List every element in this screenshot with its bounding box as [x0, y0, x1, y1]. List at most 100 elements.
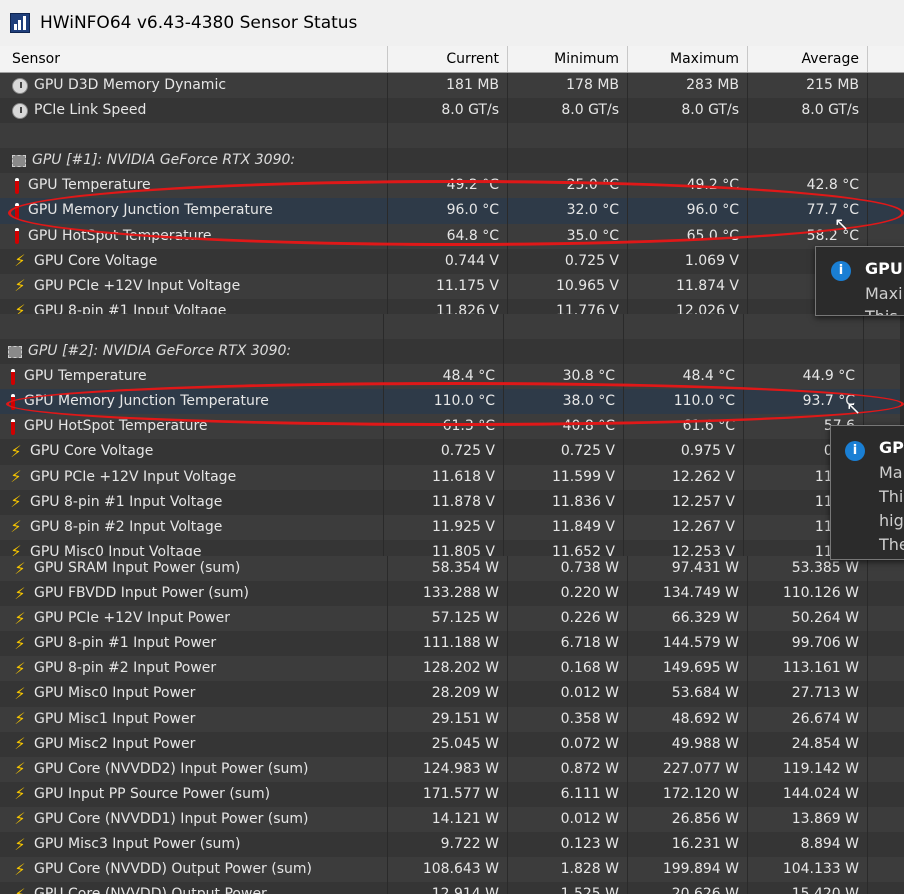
row-filler — [868, 707, 904, 732]
sensor-row[interactable]: ⚡ GPU FBVDD Input Power (sum) 133.288 W 0.2… — [0, 581, 904, 607]
value-minimum: 1.525 W — [508, 882, 628, 894]
sensor-name-cell: ⚡ GPU 8-pin #1 Input Power — [0, 631, 388, 657]
value-maximum: 48.692 W — [628, 706, 748, 732]
sensor-row[interactable] — [0, 314, 900, 340]
sensor-name: GPU 8-pin #1 Input Voltage — [34, 302, 227, 314]
sensor-name: GPU HotSpot Temperature — [28, 227, 212, 244]
lightning-icon: ⚡ — [14, 633, 26, 653]
value-current: 0.725 V — [384, 439, 504, 465]
sensor-row[interactable]: GPU Memory Junction Temperature 110.0 °C 3… — [0, 389, 900, 415]
value-maximum: 12.257 V — [624, 489, 744, 515]
value-minimum: 6.718 W — [508, 631, 628, 657]
lightning-icon: ⚡ — [14, 608, 26, 628]
row-filler — [868, 656, 904, 681]
sensor-name: GPU FBVDD Input Power (sum) — [34, 585, 250, 602]
sensor-row[interactable]: ⚡GPU Core Voltage0.744 V0.725 V1.069 V0.… — [0, 248, 904, 274]
sensor-row[interactable]: ⚡ GPU Core (NVVDD2) Input Power (sum) 124.… — [0, 756, 904, 782]
value-average: 119.142 W — [748, 756, 868, 782]
sensor-row[interactable]: ⚡ GPU 8-pin #1 Input Voltage 11.826 V 11.77… — [0, 298, 904, 314]
value-average — [748, 123, 868, 149]
sensor-row[interactable] — [0, 123, 904, 149]
lightning-icon: ⚡ — [14, 558, 26, 578]
sensor-name: GPU Input PP Source Power (sum) — [34, 785, 271, 802]
sensor-name-cell: GPU HotSpot Temperature — [0, 223, 388, 249]
row-filler — [864, 364, 900, 389]
value-minimum: 0.012 W — [508, 806, 628, 833]
sensor-row[interactable]: ⚡ GPU Misc1 Input Power 29.151 W 0.358 W 48.… — [0, 706, 904, 732]
row-filler — [868, 782, 904, 807]
value-current: 128.202 W — [388, 656, 508, 682]
lightning-icon: ⚡ — [14, 834, 26, 854]
sensor-name: GPU Core (NVVDD) Output Power — [34, 882, 267, 894]
column-sensor[interactable]: Sensor — [0, 46, 388, 72]
lightning-icon: ⚡ — [10, 442, 22, 462]
chip-icon — [12, 154, 26, 167]
sensor-name-cell: GPU Memory Junction Temperature — [0, 389, 384, 415]
tooltip-line: This — [865, 307, 898, 315]
sensor-panel-gpu2: GPU [#2]: NVIDIA GeForce RTX 3090: GPU Te… — [0, 314, 900, 558]
sensor-row[interactable]: GPU HotSpot Temperature 61.3 °C 40.8 °C 61.… — [0, 414, 900, 440]
sensor-row[interactable]: GPU Memory Junction Temperature 96.0 °C 32… — [0, 198, 904, 224]
value-average: 26.674 W — [748, 706, 868, 732]
clock-icon — [12, 77, 28, 94]
thermometer-icon — [12, 203, 22, 220]
sensor-row[interactable]: GPU Temperature 48.4 °C 30.8 °C 48.4 °C 44.9… — [0, 364, 900, 390]
value-minimum: 1.828 W — [508, 857, 628, 883]
column-minimum[interactable]: Minimum — [508, 46, 628, 72]
sensor-row[interactable]: ⚡ GPU 8-pin #2 Input Voltage 11.925 V 11.84… — [0, 514, 900, 540]
sensor-group-row[interactable]: GPU [#1]: NVIDIA GeForce RTX 3090: — [0, 148, 904, 174]
value-maximum — [628, 123, 748, 149]
column-header: Sensor Current Minimum Maximum Average — [0, 46, 904, 73]
sensor-row[interactable]: ⚡ GPU 8-pin #2 Input Power 128.202 W 0.168 … — [0, 656, 904, 682]
row-filler — [868, 807, 904, 832]
value-average: 50.264 W — [748, 606, 868, 632]
sensor-row[interactable]: ⚡ GPU Core (NVVDD) Output Power (sum) 108.… — [0, 857, 904, 883]
value-minimum: 25.0 °C — [508, 173, 628, 199]
sensor-row[interactable]: ⚡ GPU Input PP Source Power (sum) 171.577 … — [0, 781, 904, 807]
sensor-row[interactable]: ⚡ GPU 8-pin #1 Input Voltage 11.878 V 11.83… — [0, 489, 900, 515]
lightning-icon: ⚡ — [14, 301, 26, 314]
tooltip-line: The — [879, 535, 904, 554]
sensor-group-row[interactable]: GPU [#2]: NVIDIA GeForce RTX 3090: — [0, 339, 900, 365]
sensor-row[interactable]: ⚡ GPU 8-pin #1 Input Power 111.188 W 6.718 … — [0, 631, 904, 657]
tooltip-gpu2: i GPU Ma Thi hig The — [830, 425, 904, 560]
sensor-row[interactable]: ⚡ GPU PCIe +12V Input Voltage 11.618 V 11.5… — [0, 464, 900, 490]
value-maximum: 48.4 °C — [624, 364, 744, 390]
sensor-row[interactable]: ⚡ GPU SRAM Input Power (sum) 58.354 W 0.738… — [0, 556, 904, 582]
column-average[interactable]: Average — [748, 46, 868, 72]
title-bar: HWiNFO64 v6.43-4380 Sensor Status — [0, 0, 904, 46]
row-filler — [868, 882, 904, 894]
sensor-row[interactable]: GPU HotSpot Temperature 64.8 °C 35.0 °C 65.… — [0, 223, 904, 249]
sensor-name: PCIe Link Speed — [34, 102, 147, 119]
value-maximum: 227.077 W — [628, 756, 748, 782]
sensor-row[interactable]: ⚡GPU Core Voltage0.725 V0.725 V0.975 V0.… — [0, 439, 900, 465]
sensor-name: GPU 8-pin #1 Input Power — [34, 635, 217, 652]
value-current: 29.151 W — [388, 706, 508, 732]
sensor-row[interactable]: ⚡ GPU Misc0 Input Power 28.209 W 0.012 W 53.… — [0, 681, 904, 707]
sensor-row[interactable]: ⚡ GPU Core (NVVDD) Output Power 12.914 W1.… — [0, 882, 904, 894]
sensor-row[interactable]: ⚡ GPU PCIe +12V Input Power 57.125 W 0.226 … — [0, 606, 904, 632]
sensor-name: GPU Misc2 Input Power — [34, 735, 196, 752]
sensor-name-cell: ⚡ GPU PCIe +12V Input Voltage — [0, 464, 384, 490]
sensor-name-cell: ⚡ GPU 8-pin #2 Input Voltage — [0, 514, 384, 540]
sensor-row[interactable]: ⚡ GPU Core (NVVDD1) Input Power (sum) 14.1… — [0, 806, 904, 833]
sensor-name: GPU Memory Junction Temperature — [24, 393, 269, 410]
row-filler — [868, 73, 904, 98]
value-maximum: 66.329 W — [628, 606, 748, 632]
sensor-name: GPU Misc3 Input Power (sum) — [34, 836, 241, 853]
sensor-row[interactable]: ⚡ GPU PCIe +12V Input Voltage 11.175 V 10.9… — [0, 273, 904, 299]
value-current: 48.4 °C — [384, 364, 504, 390]
row-filler — [868, 198, 904, 223]
sensor-row[interactable]: ⚡ GPU Misc2 Input Power 25.045 W 0.072 W 49.… — [0, 731, 904, 757]
column-current[interactable]: Current — [388, 46, 508, 72]
value-maximum: 97.431 W — [628, 556, 748, 582]
lightning-icon: ⚡ — [14, 709, 26, 729]
sensor-row[interactable]: GPU Temperature 49.2 °C 25.0 °C 49.2 °C 42.8… — [0, 173, 904, 199]
sensor-name-cell: GPU Temperature — [0, 364, 384, 390]
sensor-row[interactable]: GPU D3D Memory Dynamic 181 MB 178 MB 283 MB… — [0, 73, 904, 99]
sensor-row[interactable]: ⚡ GPU Misc3 Input Power (sum) 9.722 W 0.123… — [0, 832, 904, 858]
sensor-row[interactable]: PCIe Link Speed 8.0 GT/s 8.0 GT/s 8.0 GT/s 8… — [0, 98, 904, 124]
column-maximum[interactable]: Maximum — [628, 46, 748, 72]
tooltip-line: Ma — [879, 463, 903, 482]
info-icon: i — [831, 261, 851, 281]
